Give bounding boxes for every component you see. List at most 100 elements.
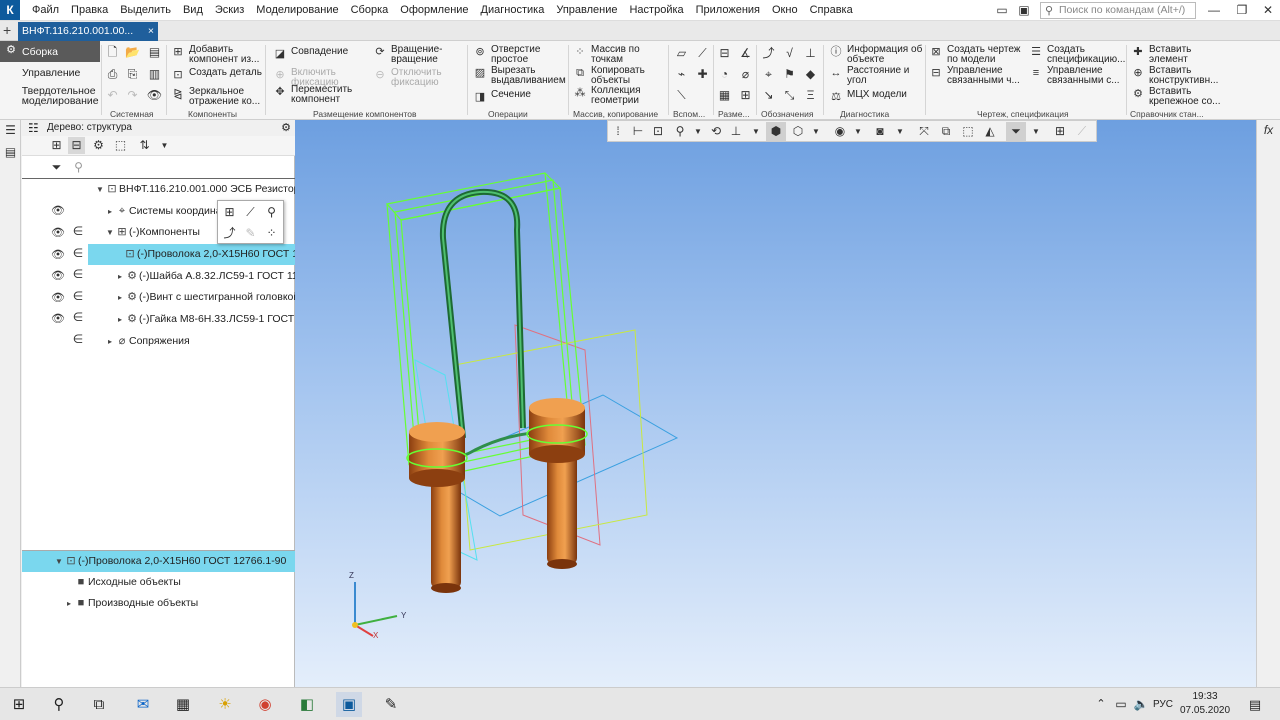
tab-close-icon[interactable]: × (148, 22, 154, 41)
radius-dim-icon[interactable]: ◔ (716, 66, 733, 83)
3d-viewport[interactable]: ⁞ ⊢ ⊡ ⚲ ▼ ⟲ ⊥ ▼ ⬢ ⬡ ▼ ◉ ▼ ◙ ▼ ⤧ ⧉ ⬚ ◭ ⏷ … (295, 120, 1256, 687)
new-doc-icon[interactable]: 🗋 (104, 44, 121, 61)
axis-icon[interactable]: ⟋ (694, 45, 711, 62)
minimize-icon[interactable]: — (1200, 0, 1228, 21)
manage-linked-spec-button[interactable]: ≡ Управление связанными с... (1028, 66, 1124, 86)
mode-management[interactable]: Управление (0, 62, 100, 83)
manage-linked-drawings-button[interactable]: ⊟ Управление связанными ч... (928, 66, 1024, 86)
kompas-active-icon[interactable]: ▣ (336, 692, 362, 717)
simple-hole-button[interactable]: ⊚ Отверстие простое (472, 45, 568, 65)
visibility-eye-icon[interactable]: 👁 (51, 248, 65, 261)
disable-fix-button[interactable]: ⊖ Отключить фиксацию (372, 68, 464, 88)
subtree-derived-objects[interactable]: ▸ ■ Производные объекты (22, 593, 295, 614)
group-label-dims[interactable]: Разме... (718, 109, 750, 119)
tray-language[interactable]: РУС (1150, 692, 1176, 717)
menu-assembly[interactable]: Сборка (345, 0, 395, 21)
create-spec-button[interactable]: ☰ Создать спецификацию... (1028, 45, 1125, 65)
geometry-collection-button[interactable]: ⁂ Коллекция геометрии (572, 86, 664, 106)
tree-item-mates[interactable]: ▸ ⌀ Сопряжения (44, 331, 295, 352)
new-tab-icon[interactable]: + (3, 21, 11, 40)
menu-management[interactable]: Управление (550, 0, 623, 21)
menu-select[interactable]: Выделить (114, 0, 177, 21)
tolerance-icon[interactable]: ⌖ (760, 66, 777, 83)
menu-hamburger-icon[interactable]: ☰ (2, 122, 19, 139)
print-icon[interactable]: ⎙ (104, 66, 121, 83)
sun-app-icon[interactable]: ☀ (212, 692, 238, 717)
group-label-array[interactable]: Массив, копирование (573, 109, 658, 119)
zoom-to-object-icon[interactable]: ⚲ (261, 202, 282, 222)
structure-view-icon[interactable]: ⊟ (68, 137, 85, 154)
mcc-button[interactable]: ⚖ МЦХ модели (828, 90, 924, 104)
properties-icon[interactable]: ⎘ (124, 66, 141, 83)
components-view-icon[interactable]: ⚙ (90, 137, 107, 154)
dim-chain-icon[interactable]: ⊞ (737, 87, 754, 104)
menu-file[interactable]: Файл (26, 0, 65, 21)
undo-icon[interactable]: ↶ (104, 87, 121, 104)
copy-objects-button[interactable]: ⧉ Копировать объекты (572, 66, 664, 86)
create-drawing-button[interactable]: ⊠ Создать чертеж по модели (928, 45, 1024, 65)
insert-fastener-button[interactable]: ⚙ Вставить крепежное со... (1130, 87, 1226, 107)
tree-settings-icon[interactable]: ⚙ (281, 120, 291, 136)
app-logo-icon[interactable]: К (0, 0, 20, 20)
open-part-icon[interactable]: ⤴ (219, 223, 240, 243)
extrude-cut-button[interactable]: ▨ Вырезать выдавливанием (472, 66, 568, 86)
array-by-points-button[interactable]: ⁘ Массив по точкам (572, 45, 664, 65)
mode-solid-modeling[interactable]: Твердотельное моделирование (0, 83, 100, 109)
distance-angle-button[interactable]: ↔ Расстояние и угол (828, 66, 924, 86)
group-label-diagnostics[interactable]: Диагностика (840, 109, 889, 119)
base-icon[interactable]: ⊥ (802, 45, 819, 62)
create-part-button[interactable]: ⊡ Создать деталь (170, 68, 262, 82)
add-component-button[interactable]: ⊞ Добавить компонент из... (170, 45, 262, 65)
search-icon[interactable]: ⚲ (46, 692, 72, 717)
fullscreen-icon[interactable]: ▣ (1010, 0, 1038, 21)
tree-item-wire[interactable]: ⊡(-)Проволока 2,0-Х15Н60 ГОСТ 12766.1-90 (88, 244, 295, 265)
rotation-rotation-button[interactable]: ⟳ Вращение-вращение (372, 45, 464, 65)
aux-line-icon[interactable]: ⟍ (673, 87, 690, 104)
tree-root-item[interactable]: ▼ ⊡ ВНФТ.116.210.001.000 ЭСБ Резистор (44, 179, 295, 200)
menu-diagnostics[interactable]: Диагностика (475, 0, 551, 21)
text-mark-icon[interactable]: Ξ (802, 87, 819, 104)
tree-item-screw[interactable]: ▸ ⚙ (-)Винт с шестигранной головкой (44, 287, 295, 308)
weld-icon[interactable]: ◆ (802, 66, 819, 83)
redo-icon[interactable]: ↷ (124, 87, 141, 104)
sort-dropdown-icon[interactable]: ▼ (156, 137, 173, 154)
edit-part-icon[interactable]: ⊞ (219, 202, 240, 222)
group-label-operations[interactable]: Операции (488, 109, 528, 119)
sort-icon[interactable]: ⇅ (136, 137, 153, 154)
menu-window[interactable]: Окно (766, 0, 804, 21)
diameter-dim-icon[interactable]: ⌀ (737, 66, 754, 83)
menu-settings[interactable]: Настройка (623, 0, 689, 21)
leader-icon[interactable]: ⤴ (760, 45, 777, 62)
task-view-icon[interactable]: ⧉ (86, 692, 112, 717)
view-eye-icon[interactable]: 👁 (146, 87, 163, 104)
mirror-component-button[interactable]: ⧎ Зеркальное отражение ко... (170, 87, 262, 107)
menu-modeling[interactable]: Моделирование (250, 0, 344, 21)
menu-design[interactable]: Оформление (394, 0, 474, 21)
group-label-designations[interactable]: Обозначения (761, 109, 813, 119)
tree-list-icon[interactable]: ☷ (28, 120, 39, 136)
tray-clock[interactable]: 19:33 07.05.2020 (1180, 690, 1230, 718)
close-icon[interactable]: ✕ (1254, 0, 1280, 21)
coincidence-button[interactable]: ◪ Совпадение (272, 47, 364, 61)
command-search-input[interactable]: ⚲ Поиск по командам (Alt+/) (1040, 2, 1196, 19)
group-label-aux[interactable]: Вспом... (673, 109, 705, 119)
insert-element-button[interactable]: ✚ Вставить элемент (1130, 45, 1226, 65)
plane-icon[interactable]: ⏥ (673, 45, 690, 62)
object-info-button[interactable]: ⓘ Информация об объекте (828, 45, 924, 65)
tree-toggle-icon[interactable]: ▤ (2, 144, 19, 161)
compas-app-icon[interactable]: ◧ (294, 692, 320, 717)
view-arrow-icon[interactable]: ↘ (760, 87, 777, 104)
edit-in-place-icon[interactable]: ✎ (240, 223, 261, 243)
restore-icon[interactable]: ❐ (1228, 0, 1256, 21)
mark-icon[interactable]: ⚑ (781, 66, 798, 83)
grid-view-icon[interactable]: ⬚ (112, 137, 129, 154)
document-tab[interactable]: ВНФТ.116.210.001.00... × (18, 22, 158, 41)
notifications-icon[interactable]: ▤ (1242, 692, 1268, 717)
filter-icon[interactable]: ⏷ (48, 159, 65, 176)
formula-icon[interactable]: fx (1260, 122, 1277, 139)
tree-search-icon[interactable]: ⚲ (70, 159, 87, 176)
paint-app-icon[interactable]: ✎ (378, 692, 404, 717)
tree-item-nut[interactable]: ▸⚙(-)Гайка М8-6Н.33.ЛС59-1 ГОСТ 5915-70 (44, 309, 295, 330)
dim-array-icon[interactable]: ▦ (716, 87, 733, 104)
subtree-title[interactable]: ▼ ⊡ (-)Проволока 2,0-Х15Н60 ГОСТ 12766.1-9… (22, 551, 295, 572)
